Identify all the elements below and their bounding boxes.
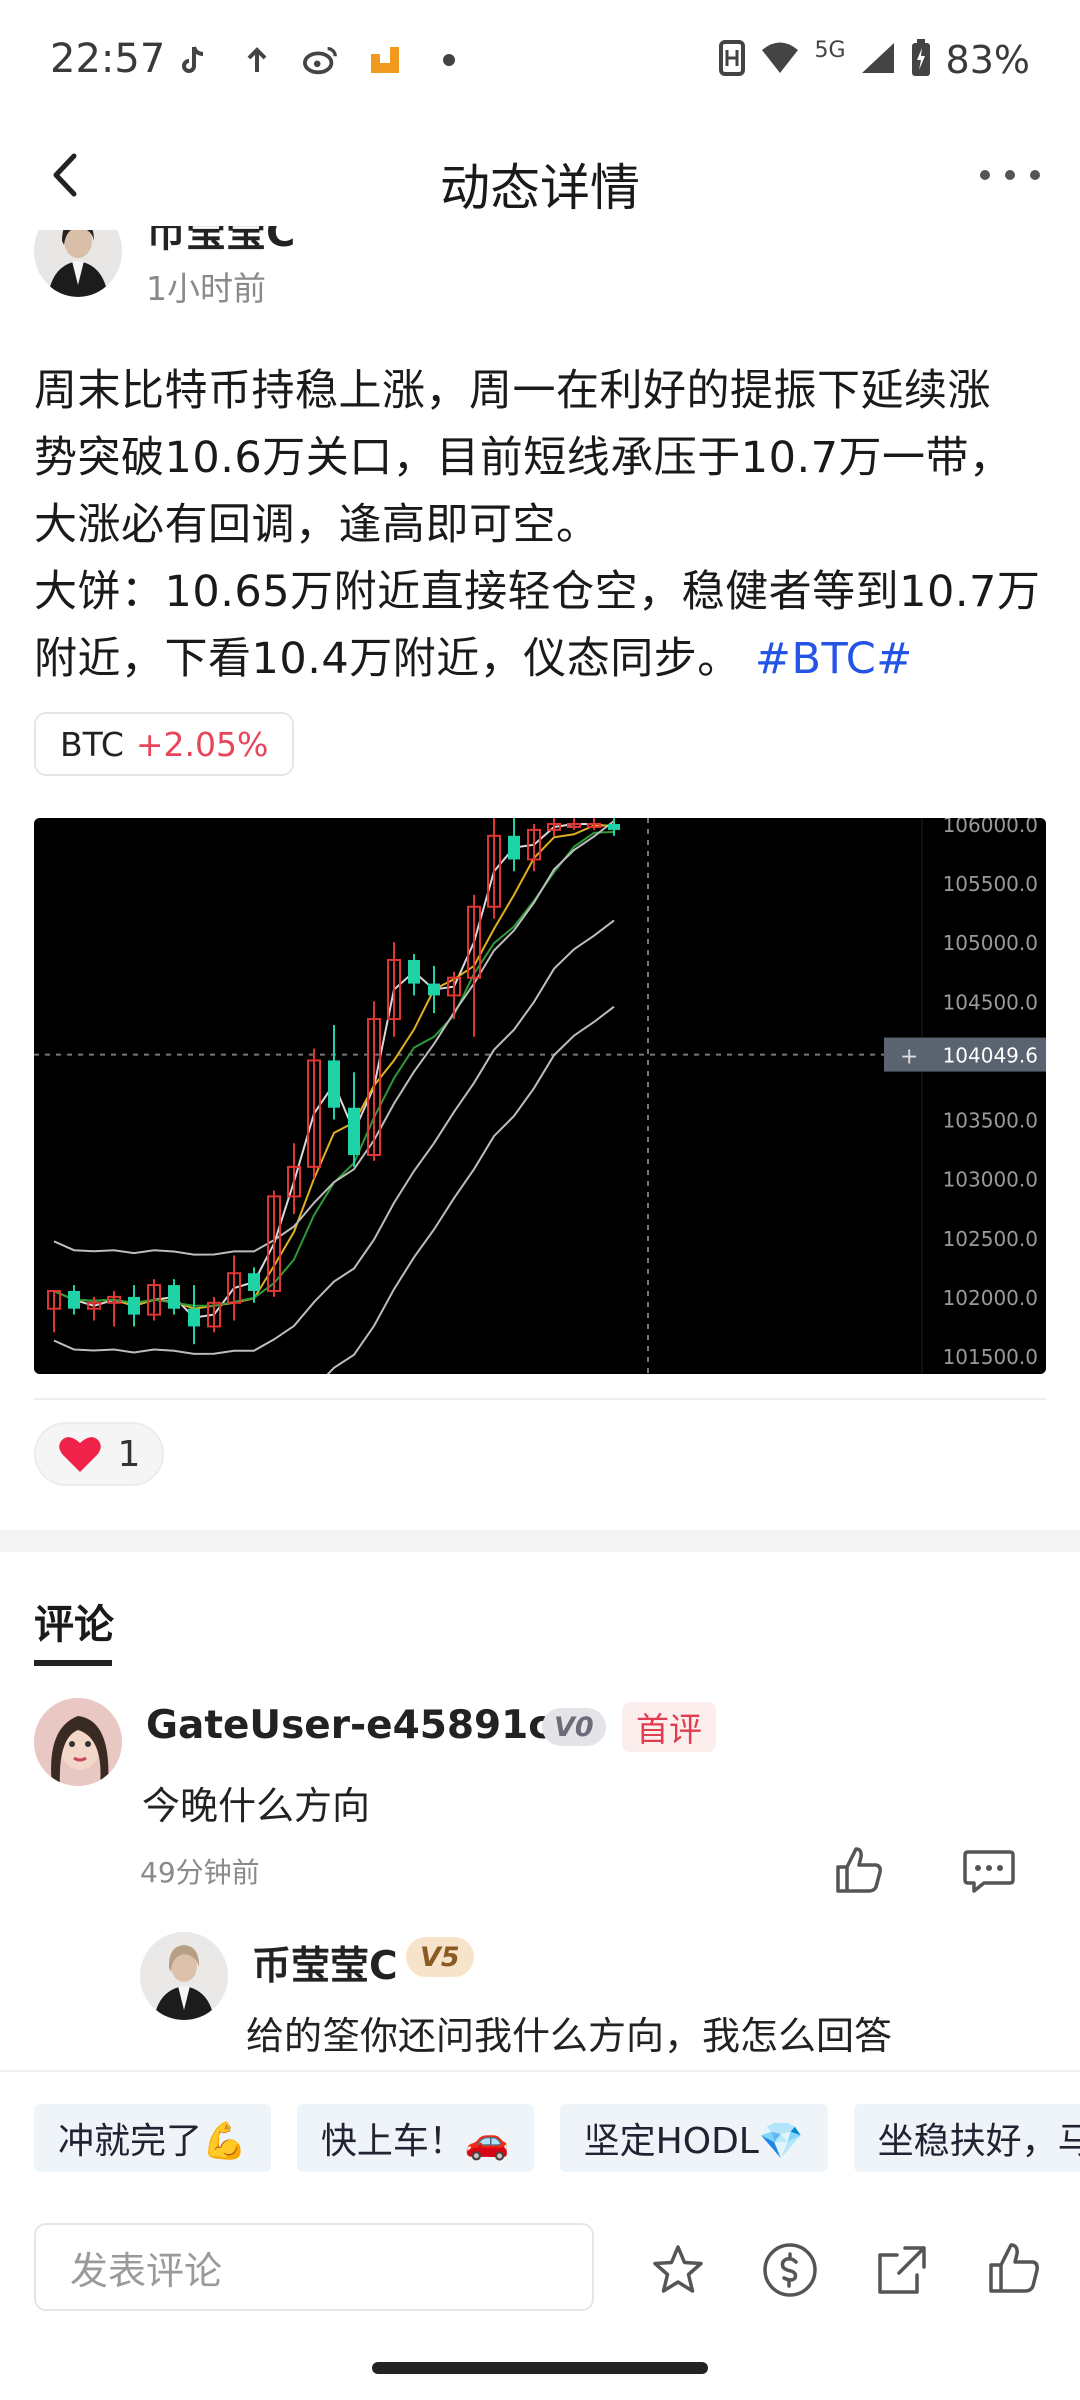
reply-level-badge: V5 <box>406 1937 474 1977</box>
candle-body <box>608 824 620 830</box>
battery-charging-icon <box>910 38 932 82</box>
y-tick-label: 104500.0 <box>943 990 1038 1014</box>
comments-tab-underline <box>34 1660 112 1666</box>
candle-body <box>188 1308 200 1327</box>
battery-percentage: 83% <box>945 38 1030 82</box>
quick-reply-chip[interactable]: 冲就完了💪 <box>34 2104 271 2172</box>
y-tick-label: 105000.0 <box>943 931 1038 955</box>
post-like-button[interactable] <box>986 2240 1042 2296</box>
ticker-symbol: BTC <box>60 724 124 764</box>
nfc-icon <box>718 39 746 81</box>
y-tick-label: 102000.0 <box>943 1286 1038 1310</box>
first-comment-badge: 首评 <box>622 1702 716 1752</box>
post-time: 1小时前 <box>146 269 266 308</box>
favorite-button[interactable] <box>650 2242 706 2298</box>
price-tag-plus: + <box>900 1045 918 1070</box>
candle-body <box>128 1296 140 1315</box>
candle-body <box>428 983 440 996</box>
quick-reply-chip[interactable]: 坚定HODL💎 <box>559 2104 828 2172</box>
page-title: 动态详情 <box>440 159 640 217</box>
upload-arrow-icon <box>239 42 275 78</box>
post-line: 大涨必有回调，逢高即可空。 <box>34 500 600 550</box>
like-count: 1 <box>117 1433 141 1475</box>
candle-body <box>248 1273 260 1291</box>
candle-body <box>408 959 420 984</box>
comment-bubble-icon <box>963 1850 1015 1893</box>
thumbs-up-icon <box>989 2243 1039 2293</box>
comment-text: 今晚什么方向 <box>142 1784 371 1828</box>
post-line: 周末比特币持稳上涨，周一在利好的提振下延续涨 <box>34 366 991 416</box>
more-dots-icon <box>980 170 990 180</box>
commenter-name[interactable]: GateUser-e45891c0 <box>146 1703 579 1748</box>
ticker-change: +2.05% <box>135 724 269 764</box>
post-body: 周末比特币持稳上涨，周一在利好的提振下延续涨 势突破10.6万关口，目前短线承压… <box>34 358 1054 693</box>
candle-body <box>508 835 520 860</box>
reply-text: 给的筌你还问我什么方向，我怎么回答 <box>246 2014 893 2058</box>
share-icon <box>878 2246 926 2294</box>
home-indicator[interactable] <box>372 2362 708 2374</box>
tiktok-icon <box>175 42 211 78</box>
price-chart[interactable]: 106000.0 105500.0 105000.0 104500.0 +104049.… <box>34 818 1046 1374</box>
candle-body <box>68 1290 80 1309</box>
reply-author-name[interactable]: 币莹莹C <box>252 1935 398 1991</box>
coin-icon <box>763 2243 817 2297</box>
quick-reply-list: 冲就完了💪 快上车！🚗 坚定HODL💎 坐稳扶好，马 <box>34 2104 1080 2172</box>
candle-body <box>348 1107 360 1156</box>
more-dot <box>1030 170 1040 180</box>
y-tick-label: 102500.0 <box>943 1227 1038 1251</box>
app-notification-icon <box>367 42 403 78</box>
weibo-icon <box>303 42 339 78</box>
hashtag-link[interactable]: #BTC# <box>755 634 913 684</box>
signal-icon <box>860 41 896 79</box>
candle-body <box>168 1285 180 1309</box>
section-divider <box>0 1530 1080 1552</box>
y-tick-label: 105500.0 <box>943 872 1038 896</box>
comment-time: 49分钟前 <box>140 1856 260 1889</box>
y-tick-label: 106000.0 <box>943 818 1038 837</box>
post-line: 大饼：10.65万附近直接轻仓空，稳健者等到10.7万 <box>34 567 1041 617</box>
more-dot <box>1005 170 1015 180</box>
chart-svg: 106000.0 105500.0 105000.0 104500.0 + 104049.… <box>34 818 1046 1374</box>
comment-like-button[interactable] <box>834 1845 884 1895</box>
post-line: 势突破10.6万关口，目前短线承压于10.7万一带， <box>34 433 1013 483</box>
current-price-label: 104049.6 <box>943 1044 1038 1068</box>
comments-tab[interactable]: 评论 <box>34 1592 114 1650</box>
chart-background <box>34 818 1046 1374</box>
y-tick-label: 103000.0 <box>943 1168 1038 1192</box>
user-level-badge: V0 <box>542 1708 606 1746</box>
comment-input[interactable]: 发表评论 <box>34 2223 594 2311</box>
status-time: 22:57 <box>50 36 166 82</box>
heart-icon <box>58 1437 101 1472</box>
quick-reply-chip[interactable]: 快上车！🚗 <box>296 2104 534 2172</box>
commenter-avatar[interactable] <box>34 1698 122 1786</box>
post-line-text: 附近，下看10.4万附近，仪态同步。 <box>34 634 755 684</box>
status-right-icons: 5G 83% <box>718 38 1030 82</box>
y-tick-label: 103500.0 <box>943 1109 1038 1133</box>
star-icon <box>653 2245 703 2293</box>
tip-button[interactable] <box>762 2242 818 2298</box>
dot-icon <box>431 42 467 78</box>
status-left-icons <box>175 42 467 78</box>
ticker-chip[interactable]: BTC +2.05% <box>34 712 295 776</box>
candle-body <box>328 1060 340 1108</box>
quick-reply-chip[interactable]: 坐稳扶好，马 <box>853 2104 1080 2172</box>
thumbs-up-icon <box>836 1847 882 1893</box>
like-button[interactable]: 1 <box>34 1422 164 1486</box>
y-tick-label: 101500.0 <box>943 1345 1038 1369</box>
reply-author-avatar[interactable] <box>140 1932 228 2020</box>
post-line: 附近，下看10.4万附近，仪态同步。 #BTC# <box>34 626 1054 693</box>
share-button[interactable] <box>874 2242 930 2298</box>
comment-reply-button[interactable] <box>962 1848 1016 1894</box>
network-type: 5G <box>814 37 846 63</box>
wifi-icon <box>760 41 800 79</box>
more-options-button[interactable] <box>980 160 1040 190</box>
divider <box>34 1398 1046 1400</box>
